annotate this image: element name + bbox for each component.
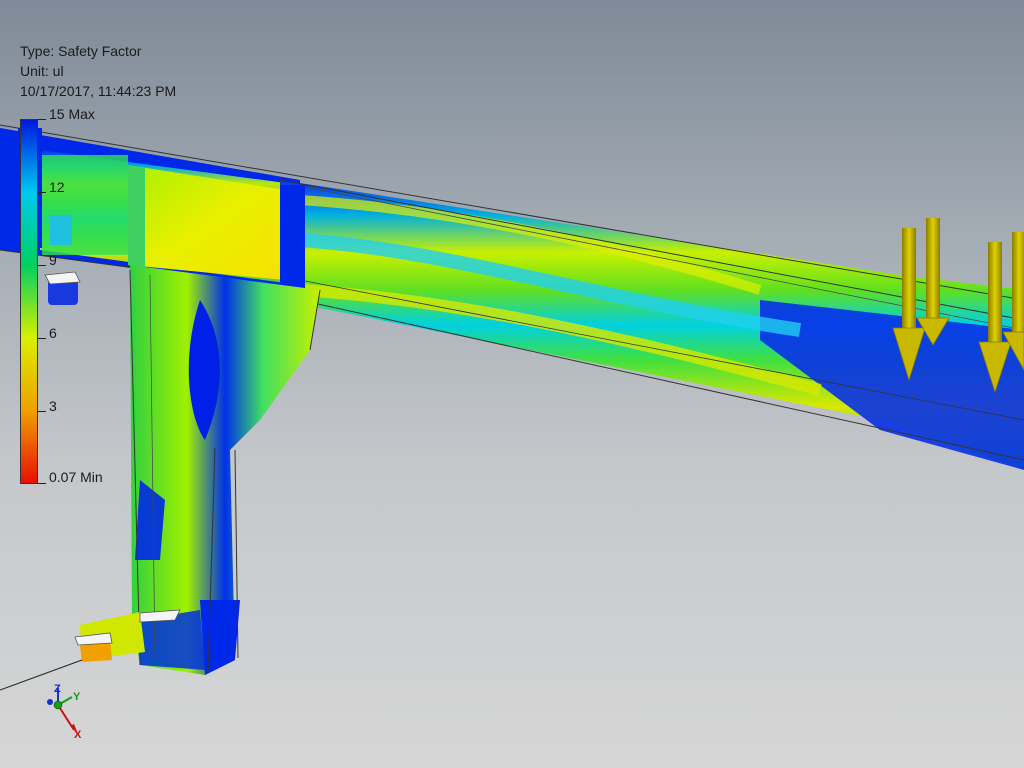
- legend-label-12: 12: [49, 179, 65, 195]
- triad-y-label: Y: [73, 691, 81, 703]
- legend-tick: [38, 411, 46, 412]
- legend-label-6: 6: [49, 325, 57, 341]
- legend-tick: [38, 192, 46, 193]
- triad-x-label: X: [74, 729, 82, 741]
- triad-axes-icon: [47, 688, 78, 734]
- legend-color-bar[interactable]: [20, 119, 38, 484]
- triad-z-label: Z: [54, 683, 61, 695]
- legend-tick: [38, 483, 46, 484]
- legend-label-3: 3: [49, 398, 57, 414]
- legend-tick: [38, 338, 46, 339]
- result-unit-label: Unit: ul: [20, 63, 64, 79]
- legend-label-min: 0.07 Min: [49, 469, 103, 485]
- legend-tick: [38, 265, 46, 266]
- graphics-viewport[interactable]: Type: Safety Factor Unit: ul 10/17/2017,…: [0, 0, 1024, 768]
- result-type-label: Type: Safety Factor: [20, 43, 142, 59]
- legend-label-max: 15 Max: [49, 106, 95, 122]
- result-timestamp-label: 10/17/2017, 11:44:23 PM: [20, 83, 177, 99]
- legend-tick: [38, 119, 46, 120]
- stress-model-view[interactable]: [0, 0, 1024, 768]
- legend-label-9: 9: [49, 252, 57, 268]
- view-cube-triad[interactable]: Z Y X: [40, 680, 100, 750]
